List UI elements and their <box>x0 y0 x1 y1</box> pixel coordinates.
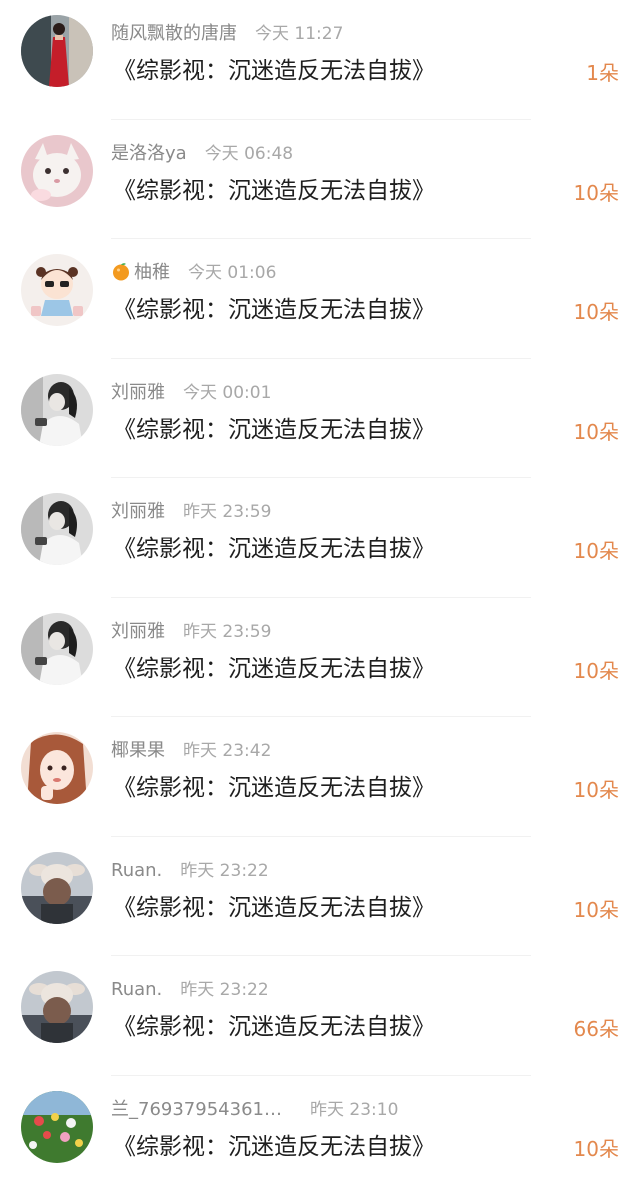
user-name[interactable]: Ruan. <box>111 979 162 1000</box>
timestamp: 今天 00:01 <box>183 383 271 403</box>
timestamp: 昨天 23:59 <box>183 502 271 522</box>
flower-count: 10朵 <box>574 892 619 928</box>
timestamp: 今天 11:27 <box>255 24 343 44</box>
avatar[interactable] <box>21 15 93 87</box>
timestamp: 昨天 23:42 <box>183 741 271 761</box>
user-name[interactable]: 刘丽雅 <box>111 501 165 522</box>
user-name[interactable]: 随风飘散的唐唐 <box>111 23 237 44</box>
flower-count: 10朵 <box>574 653 619 689</box>
timestamp: 今天 01:06 <box>188 263 276 283</box>
book-title[interactable]: 《综影视：沉迷造反无法自拔》 <box>113 531 435 567</box>
flower-count: 10朵 <box>574 772 619 808</box>
book-title[interactable]: 《综影视：沉迷造反无法自拔》 <box>113 412 435 448</box>
list-item[interactable]: Ruan. 昨天 23:22 《综影视：沉迷造反无法自拔》 10朵 <box>0 837 640 957</box>
avatar[interactable] <box>21 135 93 207</box>
user-meta: 是洛洛ya 今天 06:48 <box>111 140 293 168</box>
flower-count: 1朵 <box>586 55 619 91</box>
user-name[interactable]: 椰果果 <box>111 740 165 761</box>
user-meta: 刘丽雅昨天 23:59 <box>111 618 271 646</box>
user-name[interactable]: 柚稚 <box>134 262 170 283</box>
timestamp: 昨天 23:59 <box>183 622 271 642</box>
avatar[interactable] <box>21 1091 93 1163</box>
book-title[interactable]: 《综影视：沉迷造反无法自拔》 <box>113 1009 435 1045</box>
user-meta: 柚稚今天 01:06 <box>111 259 276 287</box>
user-meta: 刘丽雅昨天 23:59 <box>111 498 271 526</box>
user-meta: 椰果果昨天 23:42 <box>111 737 271 765</box>
orange-emoji-icon <box>111 261 131 281</box>
avatar[interactable] <box>21 852 93 924</box>
list-item[interactable]: 刘丽雅昨天 23:59 《综影视：沉迷造反无法自拔》 10朵 <box>0 598 640 718</box>
list-item[interactable]: 随风飘散的唐唐今天 11:27 《综影视：沉迷造反无法自拔》 1朵 <box>0 0 640 120</box>
list-item[interactable]: Ruan. 昨天 23:22 《综影视：沉迷造反无法自拔》 66朵 <box>0 956 640 1076</box>
user-name[interactable]: 兰_76937954361… <box>111 1099 282 1120</box>
list-item[interactable]: 兰_76937954361… 昨天 23:10 《综影视：沉迷造反无法自拔》 10朵 <box>0 1076 640 1195</box>
timestamp: 今天 06:48 <box>205 144 293 164</box>
user-meta: 兰_76937954361… 昨天 23:10 <box>111 1096 398 1124</box>
timestamp: 昨天 23:10 <box>310 1100 398 1120</box>
book-title[interactable]: 《综影视：沉迷造反无法自拔》 <box>113 651 435 687</box>
flower-count: 10朵 <box>574 414 619 450</box>
user-meta: Ruan. 昨天 23:22 <box>111 976 269 1004</box>
book-title[interactable]: 《综影视：沉迷造反无法自拔》 <box>113 173 435 209</box>
list-item[interactable]: 刘丽雅今天 00:01 《综影视：沉迷造反无法自拔》 10朵 <box>0 359 640 479</box>
flower-count: 10朵 <box>574 175 619 211</box>
gift-list: 随风飘散的唐唐今天 11:27 《综影视：沉迷造反无法自拔》 1朵是洛洛ya 今天 0… <box>0 0 640 1184</box>
user-meta: 刘丽雅今天 00:01 <box>111 379 271 407</box>
book-title[interactable]: 《综影视：沉迷造反无法自拔》 <box>113 292 435 328</box>
avatar[interactable] <box>21 254 93 326</box>
flower-count: 66朵 <box>574 1011 619 1047</box>
user-name[interactable]: 刘丽雅 <box>111 382 165 403</box>
book-title[interactable]: 《综影视：沉迷造反无法自拔》 <box>113 890 435 926</box>
flower-count: 10朵 <box>574 1131 619 1167</box>
avatar[interactable] <box>21 374 93 446</box>
avatar[interactable] <box>21 732 93 804</box>
avatar[interactable] <box>21 971 93 1043</box>
user-meta: Ruan. 昨天 23:22 <box>111 857 269 885</box>
user-name[interactable]: 是洛洛ya <box>111 143 187 164</box>
list-item[interactable]: 椰果果昨天 23:42 《综影视：沉迷造反无法自拔》 10朵 <box>0 717 640 837</box>
book-title[interactable]: 《综影视：沉迷造反无法自拔》 <box>113 1129 435 1165</box>
user-meta: 随风飘散的唐唐今天 11:27 <box>111 20 343 48</box>
avatar[interactable] <box>21 493 93 565</box>
user-name[interactable]: Ruan. <box>111 860 162 881</box>
book-title[interactable]: 《综影视：沉迷造反无法自拔》 <box>113 53 435 89</box>
user-name[interactable]: 刘丽雅 <box>111 621 165 642</box>
list-item[interactable]: 柚稚今天 01:06 《综影视：沉迷造反无法自拔》 10朵 <box>0 239 640 359</box>
list-item[interactable]: 是洛洛ya 今天 06:48 《综影视：沉迷造反无法自拔》 10朵 <box>0 120 640 240</box>
timestamp: 昨天 23:22 <box>180 861 268 881</box>
timestamp: 昨天 23:22 <box>180 980 268 1000</box>
flower-count: 10朵 <box>574 533 619 569</box>
book-title[interactable]: 《综影视：沉迷造反无法自拔》 <box>113 770 435 806</box>
list-item[interactable]: 刘丽雅昨天 23:59 《综影视：沉迷造反无法自拔》 10朵 <box>0 478 640 598</box>
flower-count: 10朵 <box>574 294 619 330</box>
avatar[interactable] <box>21 613 93 685</box>
